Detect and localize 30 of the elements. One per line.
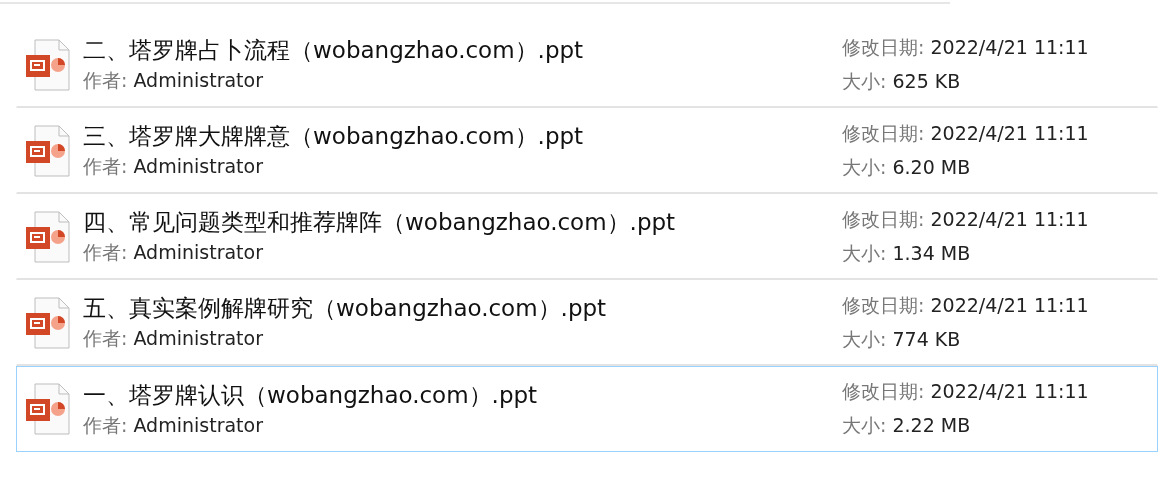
modified-date-text: 修改日期: 2022/4/21 11:11 xyxy=(842,120,1090,146)
file-row[interactable]: 五、真实案例解牌研究（wobangzhao.com）.ppt 作者: Administrator 修改日期: 2022/4/21 11:11 大小: 774 KB xyxy=(16,280,1158,366)
modified-date-text: 修改日期: 2022/4/21 11:11 xyxy=(842,206,1090,232)
powerpoint-file-icon xyxy=(25,124,71,177)
powerpoint-file-icon xyxy=(25,383,71,435)
modified-date-text: 修改日期: 2022/4/21 11:11 xyxy=(842,379,1090,404)
file-row[interactable]: 二、塔罗牌占卜流程（wobangzhao.com）.ppt 作者: Administrator 修改日期: 2022/4/21 11:11 大小: 625 KB xyxy=(16,22,1158,108)
powerpoint-file-icon xyxy=(25,210,71,263)
powerpoint-file-icon xyxy=(25,296,71,349)
author-text: 作者: Administrator xyxy=(83,68,264,93)
file-size-text: 大小: 774 KB xyxy=(842,326,962,352)
author-text: 作者: Administrator xyxy=(83,154,264,179)
file-row[interactable]: 三、塔罗牌大牌牌意（wobangzhao.com）.ppt 作者: Administrator 修改日期: 2022/4/21 11:11 大小: 6.20 MB xyxy=(16,108,1158,194)
author-text: 作者: Administrator xyxy=(83,326,264,351)
modified-date-text: 修改日期: 2022/4/21 11:11 xyxy=(842,34,1090,60)
file-row[interactable]: 一、塔罗牌认识（wobangzhao.com）.ppt 作者: Administrator 修改日期: 2022/4/21 11:11 大小: 2.22 MB xyxy=(16,366,1158,452)
file-size-text: 大小: 6.20 MB xyxy=(842,154,972,180)
file-size-text: 大小: 1.34 MB xyxy=(842,240,972,266)
file-row[interactable]: 四、常见问题类型和推荐牌阵（wobangzhao.com）.ppt 作者: Administrator 修改日期: 2022/4/21 11:11 大小: 1.34 MB xyxy=(16,194,1158,280)
file-name: 一、塔罗牌认识（wobangzhao.com）.ppt xyxy=(83,380,539,410)
file-name: 三、塔罗牌大牌牌意（wobangzhao.com）.ppt xyxy=(83,122,585,151)
file-name: 四、常见问题类型和推荐牌阵（wobangzhao.com）.ppt xyxy=(83,208,677,237)
file-name: 五、真实案例解牌研究（wobangzhao.com）.ppt xyxy=(83,294,608,323)
file-name: 二、塔罗牌占卜流程（wobangzhao.com）.ppt xyxy=(83,36,585,65)
file-size-text: 大小: 2.22 MB xyxy=(842,413,972,438)
author-text: 作者: Administrator xyxy=(83,412,264,438)
file-size-text: 大小: 625 KB xyxy=(842,68,962,94)
modified-date-text: 修改日期: 2022/4/21 11:11 xyxy=(842,292,1090,318)
powerpoint-file-icon xyxy=(25,38,71,91)
author-text: 作者: Administrator xyxy=(83,240,264,265)
